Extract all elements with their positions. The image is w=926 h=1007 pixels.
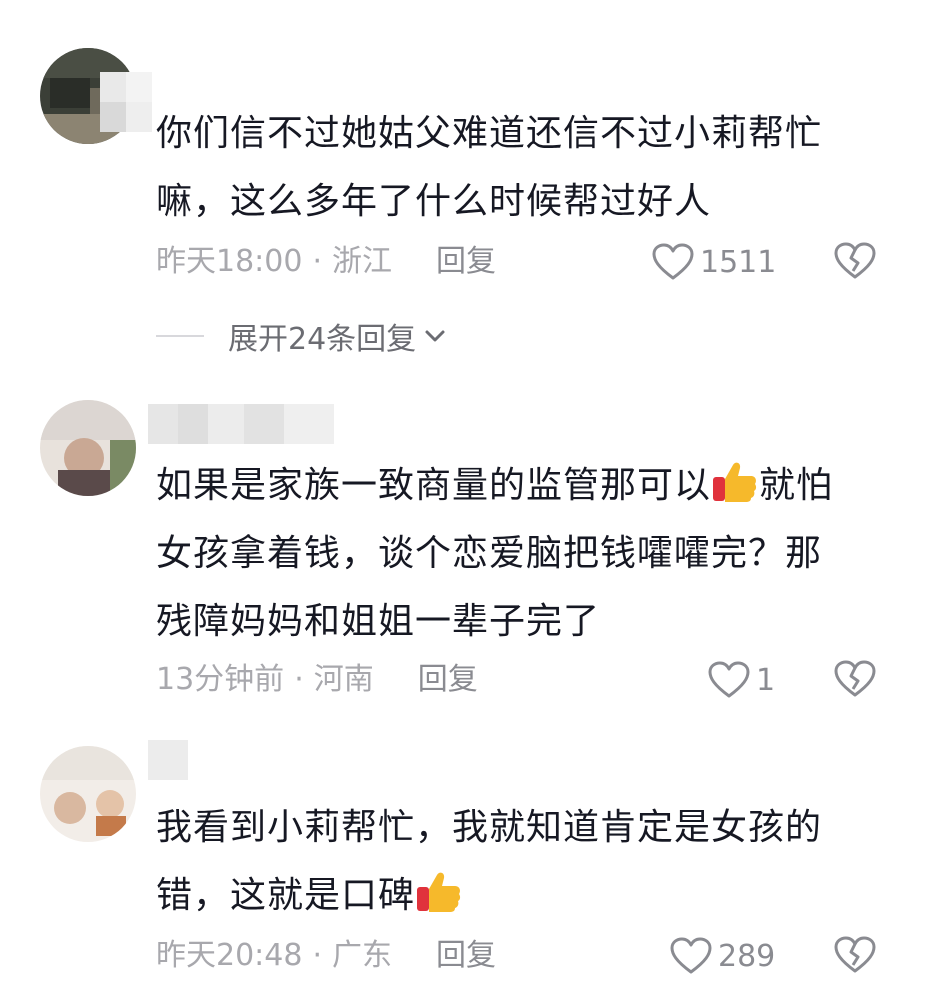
expand-replies-button[interactable]: 展开24条回复 [156, 316, 448, 357]
like-button[interactable]: 289 [670, 936, 775, 976]
chevron-down-icon [425, 330, 445, 342]
comment-text-line: 错，这就是口碑 [156, 862, 896, 930]
comment-time: 昨天18:00 [156, 244, 303, 279]
comment-text-segment: 就怕 [759, 465, 834, 506]
heart-outline-icon [652, 243, 694, 280]
thumbs-up-emoji-icon [713, 462, 757, 502]
comment-text: 我看到小莉帮忙，我就知道肯定是女孩的 错，这就是口碑 [156, 794, 896, 930]
reply-button[interactable]: 回复 [418, 660, 478, 700]
broken-heart-icon [834, 660, 876, 697]
comment-text: 如果是家族一致商量的监管那可以 就怕 女孩拿着钱，谈个恋爱脑把钱嚯嚯完？那 残障妈… [156, 452, 896, 656]
heart-outline-icon [708, 661, 750, 698]
comment-meta: 昨天18:00 · 浙江 回复 [156, 242, 496, 282]
comment-text-line: 嘛，这么多年了什么时候帮过好人 [156, 181, 712, 222]
comment-text-segment: 如果是家族一致商量的监管那可以 [156, 465, 712, 506]
comment-text-line: 你们信不过她姑父难道还信不过小莉帮忙 [156, 113, 823, 154]
comment-item: 你们信不过她姑父难道还信不过小莉帮忙 嘛，这么多年了什么时候帮过好人 昨天18:… [0, 0, 926, 380]
reply-button[interactable]: 回复 [436, 242, 496, 282]
like-button[interactable]: 1 [708, 660, 775, 700]
comment-location: 广东 [332, 938, 393, 973]
like-count: 289 [718, 938, 776, 974]
heart-outline-icon [670, 937, 712, 974]
like-button[interactable]: 1511 [652, 242, 776, 282]
broken-heart-icon [834, 936, 876, 973]
divider-line [156, 335, 204, 337]
comment-meta: 13分钟前 · 河南 回复 [156, 660, 478, 700]
like-count: 1511 [700, 244, 777, 280]
dislike-button[interactable] [834, 660, 876, 702]
comment-text-line: 如果是家族一致商量的监管那可以 就怕 [156, 452, 896, 520]
comment-text-line: 女孩拿着钱，谈个恋爱脑把钱嚯嚯完？那 [156, 533, 823, 574]
comment-item: 我看到小莉帮忙，我就知道肯定是女孩的 错，这就是口碑 昨天20:48 · 广东 … [0, 710, 926, 1007]
username-mosaic [148, 740, 188, 784]
comment-text-line: 我看到小莉帮忙，我就知道肯定是女孩的 [156, 807, 823, 848]
reply-button[interactable]: 回复 [436, 936, 496, 976]
avatar[interactable] [40, 400, 136, 496]
expand-replies-label: 展开24条回复 [228, 322, 417, 357]
comment-location: 河南 [313, 662, 374, 697]
dislike-button[interactable] [834, 936, 876, 978]
comment-text: 你们信不过她姑父难道还信不过小莉帮忙 嘛，这么多年了什么时候帮过好人 [156, 100, 896, 236]
comment-item: 如果是家族一致商量的监管那可以 就怕 女孩拿着钱，谈个恋爱脑把钱嚯嚯完？那 残障妈… [0, 380, 926, 710]
meta-separator: · [312, 244, 323, 279]
avatar[interactable] [40, 746, 136, 842]
dislike-button[interactable] [834, 242, 876, 284]
comment-location: 浙江 [332, 244, 393, 279]
comment-text-segment: 错，这就是口碑 [156, 875, 416, 916]
avatar-image [40, 746, 136, 842]
avatar-image [40, 400, 136, 496]
comment-time: 昨天20:48 [156, 938, 303, 973]
comment-meta: 昨天20:48 · 广东 回复 [156, 936, 496, 976]
meta-separator: · [312, 938, 323, 973]
broken-heart-icon [834, 242, 876, 279]
like-count: 1 [756, 662, 776, 698]
thumbs-up-emoji-icon [417, 872, 461, 912]
username-mosaic [148, 404, 334, 448]
comment-time: 13分钟前 [156, 662, 285, 697]
comment-text-line: 残障妈妈和姐姐一辈子完了 [156, 601, 601, 642]
meta-separator: · [294, 662, 304, 697]
username-mosaic [100, 72, 152, 136]
